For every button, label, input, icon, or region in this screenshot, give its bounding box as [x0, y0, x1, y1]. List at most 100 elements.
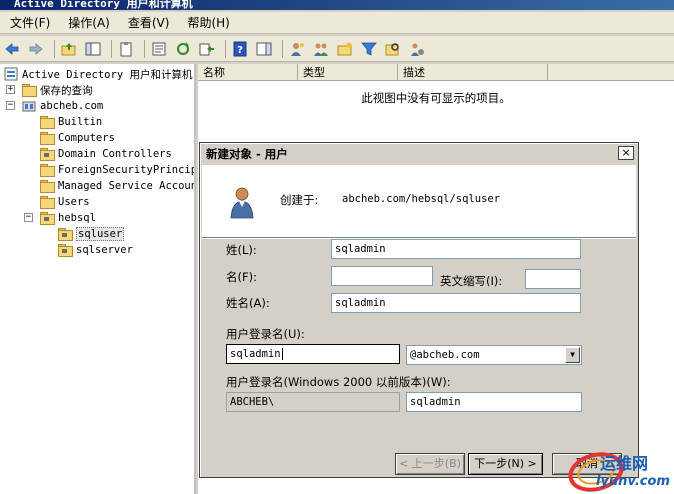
- new-user-dialog: 新建对象 - 用户 × 创建于: abcheb.com/hebsql/sqlus…: [199, 142, 639, 478]
- menu-help[interactable]: 帮助(H): [181, 14, 235, 31]
- watermark-name: 运维网: [600, 454, 649, 473]
- list-header: 名称 类型 描述: [198, 64, 674, 81]
- tree-node-domain-controllers[interactable]: Domain Controllers: [40, 146, 172, 162]
- menu-action[interactable]: 操作(A): [62, 14, 116, 31]
- tree-node-root[interactable]: Active Directory 用户和计算机: [4, 66, 192, 82]
- folder-icon: [40, 164, 55, 177]
- pre2000-logon-label: 用户登录名(Windows 2000 以前版本)(W):: [226, 375, 451, 389]
- column-header-description[interactable]: 描述: [398, 64, 548, 81]
- first-name-field[interactable]: [331, 266, 433, 286]
- chevron-down-icon[interactable]: ▼: [565, 347, 580, 363]
- tree-label-domain-controllers: Domain Controllers: [58, 148, 172, 160]
- collapse-toggle-domain[interactable]: −: [6, 101, 15, 110]
- ou-icon: [58, 228, 73, 241]
- filter-icon[interactable]: [359, 39, 379, 59]
- svg-text:?: ?: [237, 45, 243, 56]
- menu-view[interactable]: 查看(V): [122, 14, 176, 31]
- upn-suffix-select[interactable]: @abcheb.com ▼: [406, 345, 582, 365]
- created-in-label: 创建于:: [280, 193, 319, 207]
- toolbar: ?: [0, 36, 674, 62]
- add-to-group-icon[interactable]: [407, 39, 427, 59]
- first-name-label: 名(F):: [226, 270, 257, 284]
- user-icon: [230, 187, 254, 219]
- logon-name-field[interactable]: sqladmin: [226, 344, 400, 364]
- initials-label: 英文缩写(I):: [440, 274, 503, 288]
- dialog-title: 新建对象 - 用户: [202, 145, 636, 163]
- column-header-type[interactable]: 类型: [298, 64, 398, 81]
- clipboard-icon[interactable]: [116, 39, 136, 59]
- toolbar-separator: [144, 39, 145, 58]
- toolbar-separator: [111, 39, 112, 58]
- column-header-name[interactable]: 名称: [198, 64, 298, 81]
- last-name-label: 姓(L):: [226, 243, 257, 257]
- tree-node-domain[interactable]: abcheb.com: [22, 98, 103, 114]
- properties-icon[interactable]: [149, 39, 169, 59]
- export-list-icon[interactable]: [197, 39, 217, 59]
- collapse-toggle-hebsql[interactable]: −: [24, 213, 33, 222]
- toolbar-separator: [225, 39, 226, 58]
- ou-icon: [40, 212, 55, 225]
- tree-label-sqluser: sqluser: [76, 227, 125, 241]
- folder-icon: [40, 132, 55, 145]
- menu-file[interactable]: 文件(F): [4, 14, 56, 31]
- window-title: Active Directory 用户和计算机: [14, 0, 193, 10]
- tree-label-users: Users: [58, 196, 90, 208]
- folder-icon: [40, 180, 55, 193]
- dialog-header-area: 创建于: abcheb.com/hebsql/sqluser: [202, 165, 636, 237]
- logon-name-value: sqladmin: [230, 348, 281, 360]
- tree-node-builtin[interactable]: Builtin: [40, 114, 102, 130]
- tree-label-computers: Computers: [58, 132, 115, 144]
- tree-label-root: Active Directory 用户和计算机: [22, 68, 193, 81]
- tree-node-hebsql[interactable]: hebsql: [40, 210, 96, 226]
- toolbar-separator: [54, 39, 55, 58]
- empty-list-message: 此视图中没有可显示的项目。: [361, 91, 511, 105]
- next-button[interactable]: 下一步(N) >: [468, 453, 543, 475]
- find-icon[interactable]: [383, 39, 403, 59]
- tree-label-domain: abcheb.com: [40, 100, 104, 112]
- tree-node-sqlserver[interactable]: sqlserver: [58, 242, 133, 258]
- tree-node-foreign-security-principals[interactable]: ForeignSecurityPrincipals: [40, 162, 194, 178]
- tree-node-computers[interactable]: Computers: [40, 130, 115, 146]
- up-folder-icon[interactable]: [59, 39, 79, 59]
- back-icon[interactable]: [2, 39, 22, 59]
- new-group-icon[interactable]: [311, 39, 331, 59]
- new-user-icon[interactable]: [287, 39, 307, 59]
- console-tree: Active Directory 用户和计算机 + 保存的查询 − abcheb…: [0, 64, 196, 494]
- show-action-pane-icon[interactable]: [254, 39, 274, 59]
- expand-toggle-saved-queries[interactable]: +: [6, 85, 15, 94]
- back-button[interactable]: < 上一步(B): [395, 453, 465, 475]
- close-button[interactable]: ×: [618, 146, 634, 160]
- pre2000-logon-field[interactable]: sqladmin: [406, 392, 582, 412]
- initials-field[interactable]: [525, 269, 581, 289]
- show-tree-icon[interactable]: [83, 39, 103, 59]
- tree-label-managed-service-accounts: Managed Service Accounts: [58, 180, 196, 192]
- help-icon[interactable]: ?: [230, 39, 250, 59]
- upn-suffix-value: @abcheb.com: [410, 349, 480, 361]
- refresh-icon[interactable]: [173, 39, 193, 59]
- tree-label-saved-queries: 保存的查询: [40, 84, 93, 97]
- menu-bar: 文件(F) 操作(A) 查看(V) 帮助(H): [0, 12, 674, 34]
- window-title-bar: Active Directory 用户和计算机: [0, 0, 674, 10]
- forward-icon[interactable]: [26, 39, 46, 59]
- watermark-domain: iyunv.com: [596, 474, 670, 489]
- folder-icon: [22, 84, 37, 97]
- full-name-field[interactable]: sqladmin: [331, 293, 581, 313]
- folder-icon: [40, 116, 55, 129]
- tree-label-foreign-security-principals: ForeignSecurityPrincipals: [58, 164, 194, 176]
- tree-label-builtin: Builtin: [58, 116, 103, 128]
- tree-label-sqlserver: sqlserver: [76, 244, 133, 256]
- pre2000-domain-field: ABCHEB\: [226, 392, 400, 412]
- tree-node-sqluser[interactable]: sqluser: [58, 226, 125, 242]
- text-caret: [281, 348, 283, 360]
- folder-icon: [40, 196, 55, 209]
- new-ou-icon[interactable]: [335, 39, 355, 59]
- tree-node-users[interactable]: Users: [40, 194, 90, 210]
- tree-node-managed-service-accounts[interactable]: Managed Service Accounts: [40, 178, 196, 194]
- last-name-field[interactable]: sqladmin: [331, 239, 581, 259]
- ou-icon: [58, 244, 73, 257]
- full-name-label: 姓名(A):: [226, 296, 270, 310]
- created-in-value: abcheb.com/hebsql/sqluser: [342, 193, 501, 205]
- tree-node-saved-queries[interactable]: 保存的查询: [22, 82, 93, 98]
- domain-icon: [22, 101, 36, 112]
- ad-users-computers-icon: [4, 67, 18, 81]
